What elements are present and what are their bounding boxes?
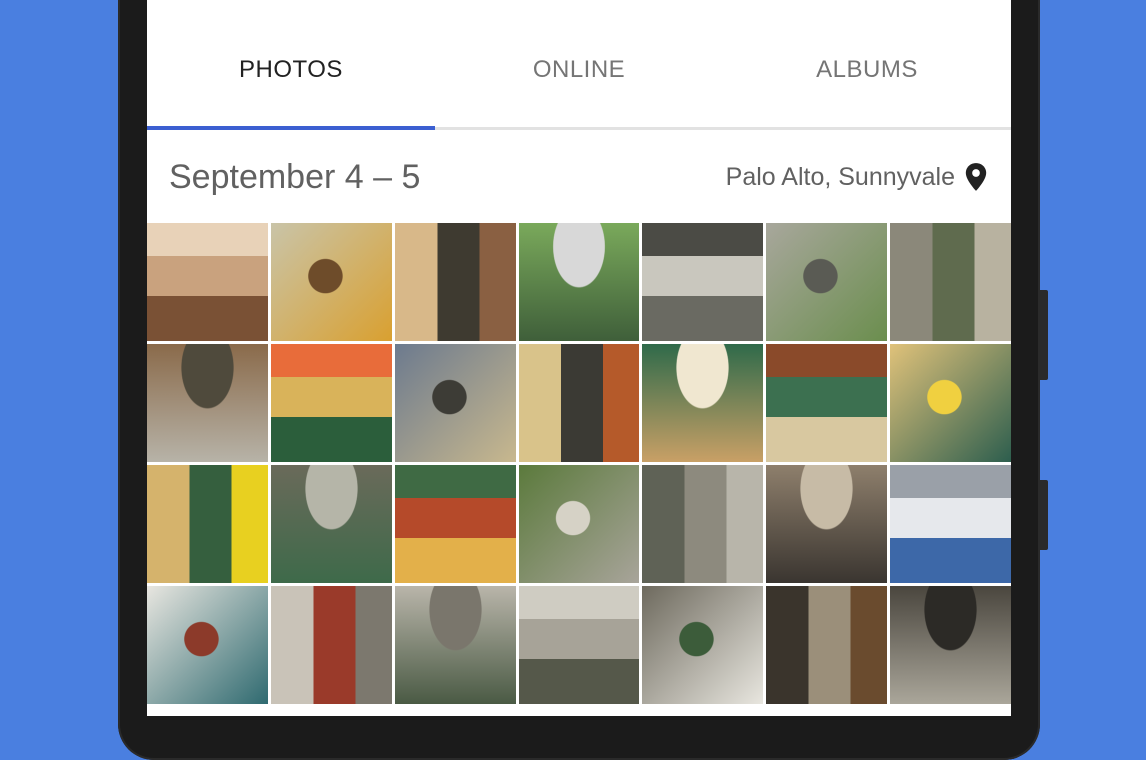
photo-arcade-walk[interactable] [394,586,516,704]
photo-shop-window[interactable] [642,465,764,583]
photo-grid [147,223,1011,704]
photo-market-awning[interactable] [642,344,764,462]
location-label[interactable]: Palo Alto, Sunnyvale [726,162,989,192]
app-screen: PHOTOS ONLINE ALBUMS September 4 – 5 Pal… [147,0,1011,716]
tab-bar: PHOTOS ONLINE ALBUMS [147,0,1011,130]
photo-tree-building[interactable] [766,223,888,341]
date-range-label: September 4 – 5 [169,157,421,196]
photo-green-awning[interactable] [270,465,392,583]
photo-lobby-interior[interactable] [890,586,1011,704]
photo-street-shops[interactable] [147,344,268,462]
location-text: Palo Alto, Sunnyvale [725,162,955,191]
photo-runner-park[interactable] [518,223,640,341]
tab-photos[interactable]: PHOTOS [147,0,435,130]
photo-cafe-umbrellas[interactable] [890,344,1011,462]
power-button [1038,480,1048,550]
photo-plaza-view[interactable] [394,344,516,462]
photo-tree-sidewalk[interactable] [518,465,640,583]
photo-building-wall[interactable] [890,223,1011,341]
photo-man-flowers[interactable] [270,223,392,341]
volume-button [1038,290,1048,380]
photo-arch-facade[interactable] [518,344,640,462]
photo-teal-storefront[interactable] [147,586,268,704]
photo-umbrella-patio[interactable] [642,586,764,704]
photo-fruit-market[interactable] [394,465,516,583]
photo-yellow-arches[interactable] [270,344,392,462]
photo-produce-stand[interactable] [766,344,888,462]
date-section-header: September 4 – 5 Palo Alto, Sunnyvale [147,132,1011,222]
photo-three-women[interactable] [394,223,516,341]
photo-arcade-shops[interactable] [518,586,640,704]
tab-albums[interactable]: ALBUMS [723,0,1011,127]
photo-white-storefront[interactable] [890,465,1011,583]
tab-online[interactable]: ONLINE [435,0,723,127]
photo-courtyard-bench[interactable] [270,586,392,704]
map-pin-icon [965,163,987,191]
photo-building-door[interactable] [642,223,764,341]
photo-selfie-woman[interactable] [147,223,268,341]
photo-dark-corridor[interactable] [766,586,888,704]
photo-courtyard-cafe[interactable] [147,465,268,583]
photo-archway-interior[interactable] [766,465,888,583]
